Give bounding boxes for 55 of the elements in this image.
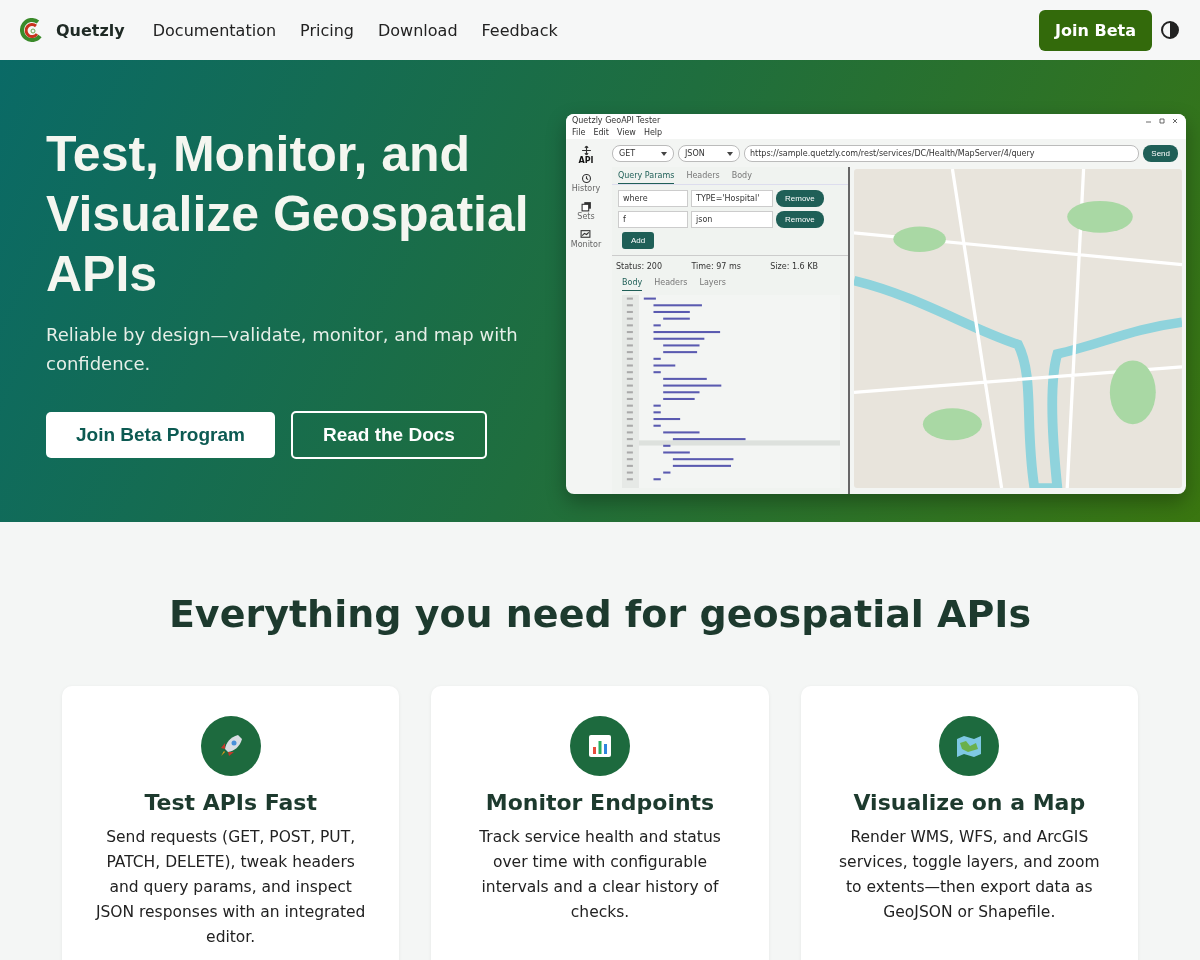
sidebar-item[interactable]: Sets (577, 201, 595, 221)
size-text: Size: 1.6 KB (770, 262, 818, 271)
join-beta-button[interactable]: Join Beta (1039, 9, 1152, 51)
response-tab[interactable]: Body (622, 278, 643, 291)
param-value-field[interactable]: json (691, 211, 773, 228)
menu-item[interactable]: File (572, 128, 586, 137)
feature-description: Track service health and status over time with configurable intervals and a clear history of checks. (478, 827, 722, 923)
nav-link[interactable]: Documentation (152, 20, 277, 40)
sidebar-item[interactable]: History (571, 173, 601, 193)
feature-description: Send requests (GET, POST, PUT, PATCH, DELETE), tweak headers and query params, and inspect JSON responses with an integrated editor. (94, 827, 367, 948)
stack-icon (580, 201, 592, 212)
status-text: Status: 200 (616, 262, 662, 271)
brand-name[interactable]: Quetzly (56, 20, 125, 40)
hero-subtitle: Reliable by design—validate, monitor, and map with confidence. (46, 323, 519, 376)
nav-link[interactable]: Download (378, 20, 458, 40)
response-tab[interactable]: Headers (654, 278, 688, 291)
format-select[interactable]: JSON (678, 145, 740, 162)
history-icon (580, 173, 592, 184)
caret-icon (661, 151, 667, 156)
sidebar-item[interactable]: Monitor (570, 229, 602, 249)
response-tab[interactable]: Layers (699, 278, 726, 291)
nav-link[interactable]: Pricing (300, 20, 354, 40)
param-key-field[interactable]: f (618, 211, 688, 228)
send-button[interactable]: Send (1143, 145, 1178, 162)
feature-description: Render WMS, WFS, and ArcGIS services, toggle layers, and zoom to extents—then export data as GeoJSON or Shapefile. (838, 827, 1101, 923)
join-beta-program-button[interactable]: Join Beta Program (46, 412, 275, 458)
menu-item[interactable]: View (616, 128, 636, 137)
theme-toggle-icon[interactable] (1160, 20, 1180, 40)
window-title: Quetzly GeoAPI Tester (572, 116, 661, 125)
param-value-field[interactable]: TYPE='Hospital' (691, 190, 773, 207)
move-arrows-icon (580, 145, 592, 156)
url-field[interactable]: https://sample.quetzly.com/rest/services/DC/Health/MapServer/4/query (744, 145, 1140, 162)
nav-link[interactable]: Feedback (481, 20, 558, 40)
time-text: Time: 97 ms (691, 262, 741, 271)
remove-button[interactable]: Remove (776, 211, 824, 228)
menu-item[interactable]: Edit (593, 128, 609, 137)
logo-icon (20, 18, 44, 42)
features-heading: Everything you need for geospatial APIs (168, 592, 1032, 636)
request-tab[interactable]: Body (731, 171, 752, 184)
param-key-field[interactable]: where (618, 190, 688, 207)
method-select[interactable]: GET (612, 145, 674, 162)
read-docs-button[interactable]: Read the Docs (290, 411, 487, 459)
hero-title: Test, Monitor, and Visualize Geospatial APIs (46, 125, 530, 304)
menu-item[interactable]: Help (643, 128, 663, 137)
feature-title: Visualize on a Map (853, 790, 1086, 815)
request-tab[interactable]: Query Params (618, 171, 675, 184)
feature-title: Test APIs Fast (144, 790, 317, 815)
caret-icon (727, 151, 733, 156)
feature-title: Monitor Endpoints (485, 790, 715, 815)
sidebar-item[interactable]: API (578, 145, 594, 165)
remove-button[interactable]: Remove (776, 190, 824, 207)
monitor-icon (580, 229, 592, 240)
add-button[interactable]: Add (622, 232, 655, 249)
request-tab[interactable]: Headers (686, 171, 720, 184)
window-controls-icon (1144, 116, 1180, 125)
